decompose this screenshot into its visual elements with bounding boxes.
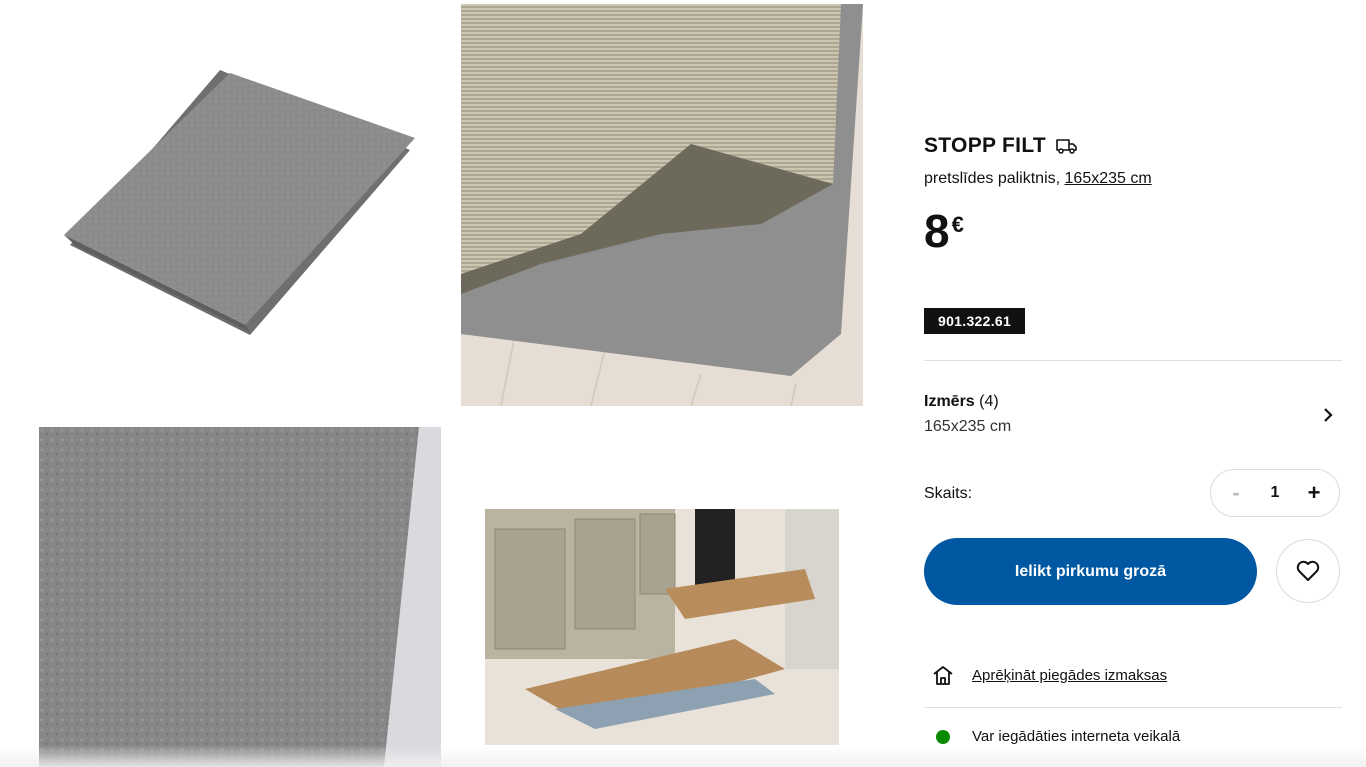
title-row: STOPP FILT <box>924 134 1078 158</box>
article-number-badge: 901.322.61 <box>924 308 1026 334</box>
price-currency: € <box>951 212 964 237</box>
chevron-right-icon <box>1324 408 1333 422</box>
quantity-decrease-button[interactable]: - <box>1225 480 1247 506</box>
home-icon <box>933 666 953 685</box>
favourite-button[interactable] <box>1276 539 1340 603</box>
delivery-cost-link[interactable]: Aprēķināt piegādes izmaksas <box>972 667 1167 684</box>
product-size-link[interactable]: 165x235 cm <box>1065 170 1152 187</box>
heart-icon <box>1296 560 1320 581</box>
delivery-truck-icon <box>1056 139 1077 154</box>
product-type: pretslīdes paliktnis, <box>924 170 1065 187</box>
delivery-cost-row: Aprēķināt piegādes izmaksas <box>932 664 1167 686</box>
quantity-value[interactable]: 1 <box>1271 484 1280 502</box>
product-price: 8 € <box>924 208 964 254</box>
product-image-felt-closeup[interactable] <box>39 427 441 767</box>
product-info-panel: STOPP FILT pretslīdes paliktnis, 165x235… <box>924 0 1342 767</box>
product-image-kitchen-rug[interactable] <box>485 509 839 745</box>
product-image-rug-corner[interactable] <box>461 4 863 406</box>
online-availability: Var iegādāties interneta veikalā <box>936 728 1180 745</box>
add-to-cart-button[interactable]: Ielikt pirkumu grozā <box>924 538 1257 605</box>
product-description: pretslīdes paliktnis, 165x235 cm <box>924 170 1152 188</box>
quantity-label: Skaits: <box>924 485 973 502</box>
divider <box>924 360 1342 361</box>
bottom-fade <box>0 745 1366 767</box>
divider <box>924 707 1342 708</box>
quantity-stepper: - 1 + <box>1210 469 1340 517</box>
availability-status-dot <box>936 729 950 744</box>
price-value: 8 <box>924 205 950 257</box>
availability-text: Var iegādāties interneta veikalā <box>972 728 1181 745</box>
size-value: 165x235 cm <box>924 418 1012 435</box>
quantity-increase-button[interactable]: + <box>1303 480 1325 506</box>
product-image-folded-felt[interactable] <box>40 10 440 405</box>
size-selector[interactable]: Izmērs (4) 165x235 cm <box>924 380 1342 450</box>
product-name: STOPP FILT <box>924 134 1047 157</box>
size-label: Izmērs (4) <box>924 393 999 410</box>
